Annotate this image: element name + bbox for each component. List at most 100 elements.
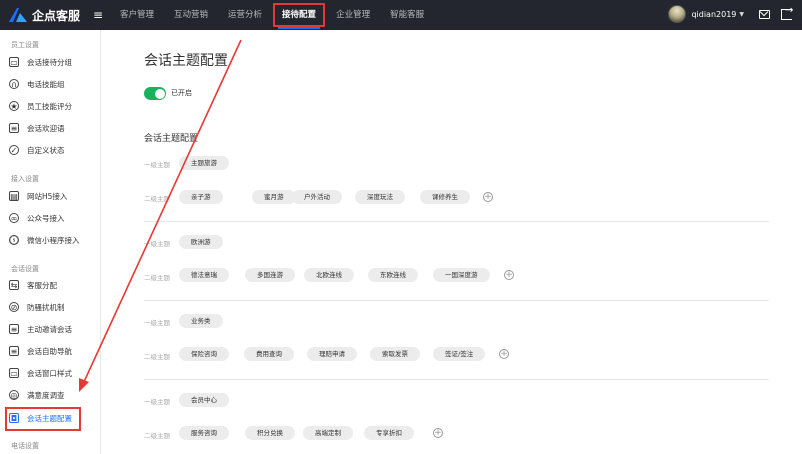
sidebar-item-label: 满意度调查 <box>27 390 65 400</box>
level2-topic-tag[interactable]: 亲子游 <box>179 190 223 204</box>
level2-topic-tag[interactable]: 课修养生 <box>420 190 470 204</box>
mini-program-icon: ⓢ <box>9 235 19 245</box>
sidebar-item-label: 客服分配 <box>27 280 57 290</box>
sidebar-item-label: 电话技能组 <box>27 79 65 89</box>
sidebar-item-label: 会话自助导航 <box>27 346 72 356</box>
status-check-icon: ✓ <box>9 145 19 155</box>
main-nav: 客户管理 互动营销 运营分析 接待配置 企业管理 智能客服 <box>110 0 434 30</box>
add-topic-icon[interactable]: + <box>433 428 443 438</box>
user-menu[interactable]: qidian2019 ▼ <box>668 5 744 23</box>
level2-topic-tag[interactable]: 费用查询 <box>244 347 294 361</box>
group-divider <box>144 221 769 222</box>
sidebar-section-session: 会话设置 <box>11 265 39 273</box>
sidebar-item-official-account[interactable]: ∞ 公众号接入 <box>9 210 97 226</box>
nav-customer-management[interactable]: 客户管理 <box>110 0 164 30</box>
level2-topic-tag[interactable]: 蜜月游 <box>252 190 296 204</box>
nav-operations-analysis[interactable]: 运营分析 <box>218 0 272 30</box>
brand-logo[interactable]: 企点客服 <box>8 7 96 24</box>
sidebar-item-label: 网站H5接入 <box>27 191 68 201</box>
level1-topic-tag[interactable]: 主题旅游 <box>179 156 229 170</box>
sidebar-item-satisfaction-survey[interactable]: ◎ 满意度调查 <box>9 387 97 403</box>
sidebar-item-self-navigation[interactable]: ≡ 会话自助导航 <box>9 343 97 359</box>
level2-label: 二级主题 <box>144 195 170 203</box>
avatar <box>668 5 687 23</box>
level2-topic-tag[interactable]: 北欧连线 <box>304 268 354 282</box>
level1-topic-tag[interactable]: 欧洲游 <box>179 235 223 249</box>
annotation-highlight-box <box>273 3 326 27</box>
browser-icon: ▤ <box>9 191 19 201</box>
level2-topic-tag[interactable]: 深度玩法 <box>355 190 405 204</box>
group-divider <box>144 300 769 301</box>
nav-interactive-marketing[interactable]: 互动营销 <box>164 0 218 30</box>
level1-label: 一级主题 <box>144 319 170 327</box>
username: qidian2019 <box>691 9 737 19</box>
sidebar-item-anti-harassment[interactable]: ⊘ 防骚扰机制 <box>9 299 97 315</box>
sidebar-item-window-style[interactable]: ▭ 会话窗口样式 <box>9 365 97 381</box>
sidebar-item-label: 自定义状态 <box>27 145 65 155</box>
sidebar-item-web-h5[interactable]: ▤ 网站H5接入 <box>9 188 97 204</box>
level2-label: 二级主题 <box>144 432 170 440</box>
medal-icon: ★ <box>9 101 19 111</box>
level2-topic-tag[interactable]: 服务咨询 <box>179 426 229 440</box>
add-topic-icon[interactable]: + <box>504 270 514 280</box>
main-content: 会话主题配置 已开启 会话主题配置 一级主题 主题旅游 二级主题 亲子游 蜜月游… <box>102 30 802 454</box>
sidebar-item-skill-score[interactable]: ★ 员工技能评分 <box>9 98 97 114</box>
level2-topic-tag[interactable]: 专享折扣 <box>364 426 414 440</box>
level1-topic-tag[interactable]: 业务类 <box>179 314 223 328</box>
level2-topic-tag[interactable]: 高端定制 <box>303 426 353 440</box>
mail-icon[interactable] <box>759 10 770 19</box>
sidebar-section-staff: 员工设置 <box>11 41 39 49</box>
nav-smart-service[interactable]: 智能客服 <box>380 0 434 30</box>
sidebar-section-access: 接入设置 <box>11 175 39 183</box>
section-title: 会话主题配置 <box>144 134 199 144</box>
assign-icon: ⇆ <box>9 280 19 290</box>
chat-bubbles-icon: ▭ <box>9 57 19 67</box>
sidebar-item-reception-groups[interactable]: ▭ 会话接待分组 <box>9 54 97 70</box>
level1-label: 一级主题 <box>144 161 170 169</box>
qidian-logo-icon <box>9 8 27 22</box>
sidebar-item-label: 会话欢迎语 <box>27 123 65 133</box>
sidebar-item-label: 会话窗口样式 <box>27 368 72 378</box>
level2-topic-tag[interactable]: 保险咨询 <box>179 347 229 361</box>
sidebar-item-mini-program[interactable]: ⓢ 微信小程序接入 <box>9 232 97 248</box>
logout-icon[interactable] <box>781 5 793 20</box>
level2-label: 二级主题 <box>144 353 170 361</box>
level2-topic-tag[interactable]: 东欧连线 <box>368 268 418 282</box>
level2-topic-tag[interactable]: 索取发票 <box>370 347 420 361</box>
level2-topic-tag[interactable]: 多国连游 <box>245 268 295 282</box>
shield-icon: ⊘ <box>9 302 19 312</box>
chevron-down-icon: ▼ <box>739 10 744 18</box>
add-topic-icon[interactable]: + <box>499 349 509 359</box>
sidebar-item-label: 员工技能评分 <box>27 101 72 111</box>
hamburger-menu-icon[interactable]: ≡ <box>90 8 106 22</box>
add-topic-icon[interactable]: + <box>483 192 493 202</box>
sidebar-item-custom-status[interactable]: ✓ 自定义状态 <box>9 142 97 158</box>
sidebar-item-label: 微信小程序接入 <box>27 235 80 245</box>
level1-topic-tag[interactable]: 会员中心 <box>179 393 229 407</box>
sidebar-item-welcome-message[interactable]: ≡ 会话欢迎语 <box>9 120 97 136</box>
sidebar-item-phone-skill-group[interactable]: ∩ 电话技能组 <box>9 76 97 92</box>
group-divider <box>144 379 769 380</box>
level2-topic-tag[interactable]: 积分兑换 <box>245 426 295 440</box>
top-navbar: 企点客服 ≡ 客户管理 互动营销 运营分析 接待配置 企业管理 智能客服 qid… <box>0 0 802 30</box>
message-icon: ≡ <box>9 123 19 133</box>
brand-name: 企点客服 <box>32 8 81 23</box>
level2-topic-tag[interactable]: 一国深度游 <box>433 268 490 282</box>
sidebar-item-label: 防骚扰机制 <box>27 302 65 312</box>
survey-icon: ◎ <box>9 390 19 400</box>
topic-enable-toggle[interactable] <box>144 87 166 100</box>
nav-enterprise-management[interactable]: 企业管理 <box>326 0 380 30</box>
level2-topic-tag[interactable]: 德法意瑞 <box>179 268 229 282</box>
sidebar-section-phone: 电话设置 <box>11 442 39 450</box>
window-icon: ▭ <box>9 368 19 378</box>
level2-topic-tag[interactable]: 签证/签注 <box>433 347 486 361</box>
sidebar-item-proactive-invite[interactable]: ≡ 主动邀请会话 <box>9 321 97 337</box>
invite-icon: ≡ <box>9 324 19 334</box>
sidebar: 员工设置 ▭ 会话接待分组 ∩ 电话技能组 ★ 员工技能评分 ≡ 会话欢迎语 ✓… <box>0 30 101 454</box>
nav-reception-config[interactable]: 接待配置 <box>272 0 326 30</box>
level2-topic-tag[interactable]: 户外活动 <box>292 190 342 204</box>
level2-topic-tag[interactable]: 理赔申请 <box>307 347 357 361</box>
headset-icon: ∩ <box>9 79 19 89</box>
level1-label: 一级主题 <box>144 398 170 406</box>
sidebar-item-agent-assign[interactable]: ⇆ 客服分配 <box>9 277 97 293</box>
